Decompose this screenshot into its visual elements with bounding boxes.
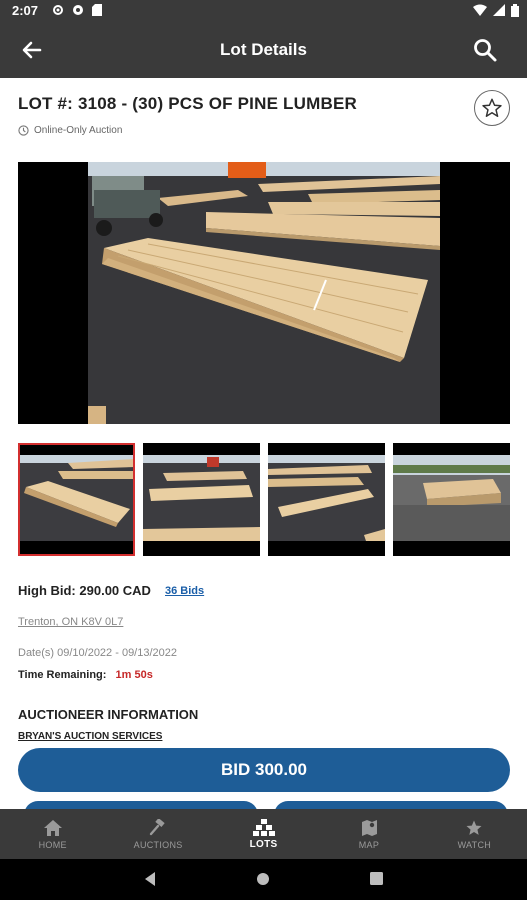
nav-map-label: MAP — [358, 839, 380, 850]
app-bar-title: Lot Details — [220, 40, 307, 59]
thumbnail-photo — [393, 455, 510, 541]
high-bid: High Bid: 290.00 CAD — [18, 583, 151, 598]
back-triangle-icon[interactable] — [143, 871, 157, 887]
settings-status-icon — [53, 5, 63, 15]
lot-title: LOT #: 3108 - (30) PCS OF PINE LUMBER — [18, 94, 357, 113]
recents-square-icon[interactable] — [370, 872, 383, 885]
nav-home-label: HOME — [38, 839, 67, 850]
status-bar: 2:07 — [0, 0, 527, 22]
bids-count-link[interactable]: 36 Bids — [165, 585, 204, 597]
time-remaining-value: 1m 50s — [115, 669, 153, 681]
star-outline-icon — [482, 98, 502, 117]
system-navigation-bar — [0, 859, 527, 900]
nav-map[interactable]: MAP — [316, 809, 421, 859]
auction-dates: Date(s) 09/10/2022 - 09/13/2022 — [18, 647, 178, 659]
nav-watch-label: WATCH — [457, 839, 492, 850]
thumbnail-1[interactable] — [18, 443, 135, 556]
watch-star-button[interactable] — [474, 90, 510, 126]
thumbnail-photo — [18, 455, 135, 541]
signal-icon — [493, 4, 505, 16]
thumbnail-2[interactable] — [143, 443, 260, 556]
home-circle-icon[interactable] — [256, 872, 270, 886]
nav-lots[interactable]: LOTS — [211, 809, 316, 859]
thumbnail-photo — [143, 455, 260, 541]
nav-auctions-label: AUCTIONS — [133, 839, 183, 850]
map-icon — [361, 819, 377, 836]
status-time: 2:07 — [12, 3, 39, 18]
thumbnail-3[interactable] — [268, 443, 385, 556]
nav-lots-label: LOTS — [249, 839, 278, 850]
nav-watch[interactable]: WATCH — [422, 809, 527, 859]
time-remaining-label: Time Remaining: — [18, 669, 107, 681]
clock-icon — [18, 125, 29, 136]
thumbnail-4[interactable] — [393, 443, 510, 556]
bid-button[interactable]: BID 300.00 — [18, 748, 510, 792]
auctioneer-heading: AUCTIONEER INFORMATION — [18, 707, 199, 722]
status-notification-icons — [52, 4, 102, 16]
auctioneer-name-link[interactable]: BRYAN'S AUCTION SERVICES — [18, 731, 162, 742]
high-bid-label: High Bid: — [18, 583, 76, 598]
thumbnail-photo — [268, 455, 385, 541]
main-lot-image[interactable] — [18, 162, 510, 424]
bottom-navigation: HOME AUCTIONS LOTS MAP WATCH — [0, 809, 527, 859]
battery-icon — [511, 4, 519, 17]
wifi-icon — [473, 4, 487, 16]
lot-location-link[interactable]: Trenton, ON K8V 0L7 — [18, 616, 123, 628]
home-icon — [43, 819, 62, 836]
sd-card-status-icon — [92, 4, 102, 16]
high-bid-value: 290.00 CAD — [79, 583, 151, 598]
lots-icon — [252, 819, 275, 836]
auction-type-text: Online-Only Auction — [34, 125, 123, 136]
status-system-icons — [473, 4, 519, 17]
cast-status-icon — [73, 5, 83, 15]
gavel-icon — [149, 818, 165, 835]
auction-type-label: Online-Only Auction — [18, 125, 122, 136]
time-remaining: Time Remaining: 1m 50s — [18, 669, 153, 681]
image-thumbnails — [18, 443, 510, 556]
app-bar: Lot Details — [0, 22, 527, 78]
star-icon — [466, 820, 482, 835]
nav-home[interactable]: HOME — [0, 809, 105, 859]
lumber-photo — [88, 162, 440, 424]
search-icon[interactable] — [471, 36, 499, 64]
nav-auctions[interactable]: AUCTIONS — [105, 809, 210, 859]
